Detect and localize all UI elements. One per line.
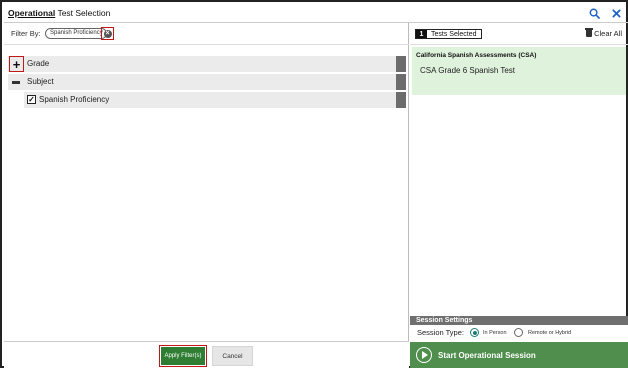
selected-assessment-card: California Spanish Assessments (CSA) CSA…	[412, 47, 626, 95]
filter-bar: Filter By: Spanish Proficiency ×	[4, 23, 409, 45]
start-session-label: Start Operational Session	[438, 350, 536, 360]
row-scroll-handle	[396, 92, 406, 108]
search-icon[interactable]	[588, 7, 600, 19]
title-strong: Operational	[8, 8, 56, 18]
cancel-button[interactable]: Cancel	[212, 346, 253, 366]
expand-grade-button[interactable]: +	[9, 56, 24, 72]
in-person-radio[interactable]	[470, 328, 479, 337]
tree-label-spanish-proficiency: Spanish Proficiency	[39, 95, 110, 104]
filter-tree: + Grade Subject ✓ Spanish Proficiency	[8, 56, 406, 110]
selected-count: 1	[416, 30, 427, 38]
tree-row-grade[interactable]: + Grade	[8, 56, 406, 72]
dialog-frame: Operational Test Selection Filter By: Sp…	[0, 0, 628, 368]
minus-icon[interactable]	[12, 81, 20, 84]
remove-filter-button[interactable]: ×	[101, 27, 114, 40]
tests-selected-badge: 1 Tests Selected	[415, 29, 482, 39]
session-type-label: Session Type:	[417, 328, 464, 337]
apply-filters-button[interactable]: Apply Filter(s)	[161, 347, 205, 365]
tree-label-grade: Grade	[27, 59, 50, 68]
clear-all-button[interactable]: Clear All	[585, 28, 622, 38]
selected-label: Tests Selected	[427, 30, 481, 38]
selection-header: 1 Tests Selected Clear All	[410, 23, 628, 45]
apply-highlight: Apply Filter(s)	[159, 345, 207, 367]
remote-hybrid-radio[interactable]	[514, 328, 523, 337]
tree-row-spanish-proficiency[interactable]: ✓ Spanish Proficiency	[24, 92, 406, 108]
row-scroll-handle	[396, 56, 406, 72]
start-operational-session-button[interactable]: Start Operational Session	[410, 342, 628, 368]
tree-row-subject[interactable]: Subject	[8, 74, 406, 90]
filter-chip: Spanish Proficiency	[45, 28, 107, 39]
row-scroll-handle	[396, 74, 406, 90]
dialog-title: Operational Test Selection	[8, 8, 110, 18]
filter-footer: Apply Filter(s) Cancel	[4, 341, 409, 368]
filter-by-label: Filter By:	[11, 29, 41, 38]
plus-icon: +	[12, 56, 21, 72]
selected-test-item[interactable]: CSA Grade 6 Spanish Test	[420, 66, 515, 75]
check-icon: ✓	[28, 94, 35, 104]
close-icon[interactable]	[610, 7, 622, 19]
close-circle-icon: ×	[103, 29, 112, 38]
session-settings: Session Settings Session Type: In Person…	[410, 316, 628, 342]
session-settings-header: Session Settings	[410, 316, 628, 325]
tree-label-subject: Subject	[27, 77, 54, 86]
spanish-proficiency-checkbox[interactable]: ✓	[27, 95, 36, 104]
selection-pane: 1 Tests Selected Clear All California Sp…	[410, 23, 628, 368]
assessment-group-title: California Spanish Assessments (CSA)	[416, 52, 537, 59]
title-rest: Test Selection	[55, 8, 111, 18]
clear-all-label: Clear All	[594, 29, 622, 38]
remote-hybrid-label: Remote or Hybrid	[528, 330, 572, 336]
filter-pane: Filter By: Spanish Proficiency × + Grade…	[4, 23, 409, 368]
in-person-label: In Person	[483, 330, 507, 336]
trash-icon	[585, 28, 594, 37]
title-actions	[588, 7, 622, 19]
title-bar: Operational Test Selection	[4, 4, 628, 23]
session-type-row: Session Type: In Person Remote or Hybrid	[410, 325, 628, 342]
play-icon	[416, 347, 432, 363]
